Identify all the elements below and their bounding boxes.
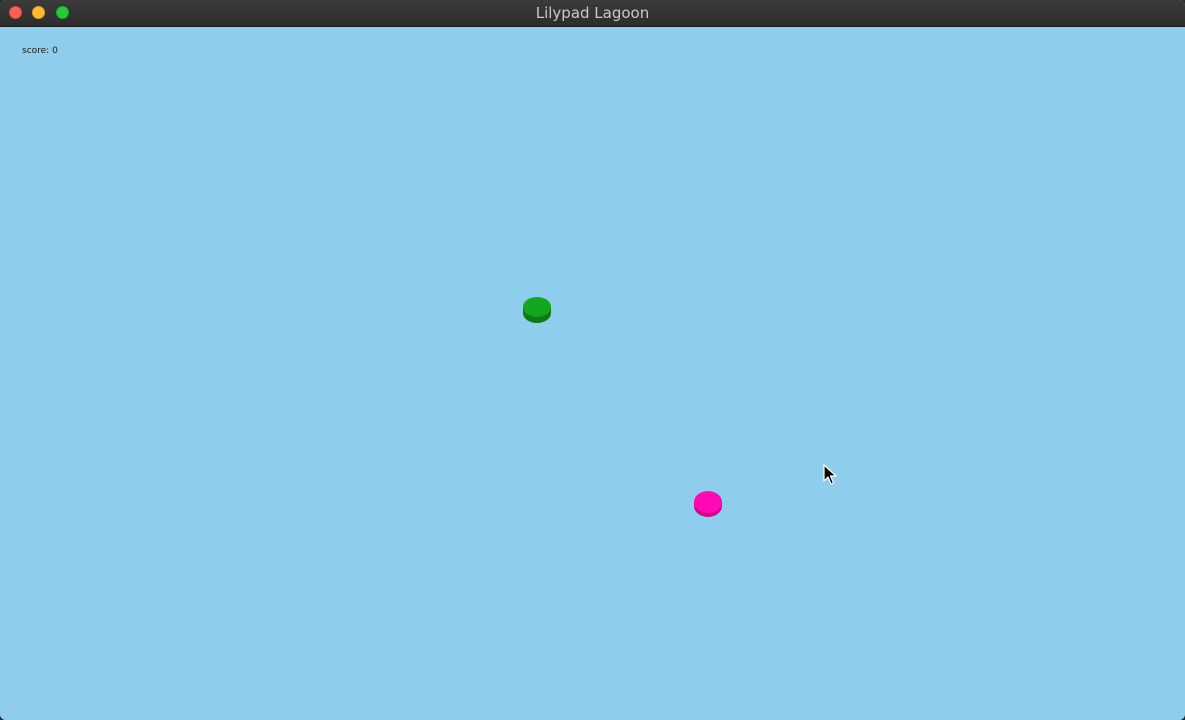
score-label: score: 0 (22, 46, 58, 56)
lilypad (523, 297, 551, 323)
player-token-top (694, 491, 722, 513)
title-bar: Lilypad Lagoon (0, 0, 1185, 27)
player-token (694, 491, 722, 517)
game-window: Lilypad Lagoon score: 0 (0, 0, 1185, 720)
window-title: Lilypad Lagoon (535, 4, 650, 22)
lilypad-top (523, 297, 551, 317)
mouse-cursor-icon (823, 464, 837, 485)
game-canvas[interactable]: score: 0 (0, 27, 1185, 720)
